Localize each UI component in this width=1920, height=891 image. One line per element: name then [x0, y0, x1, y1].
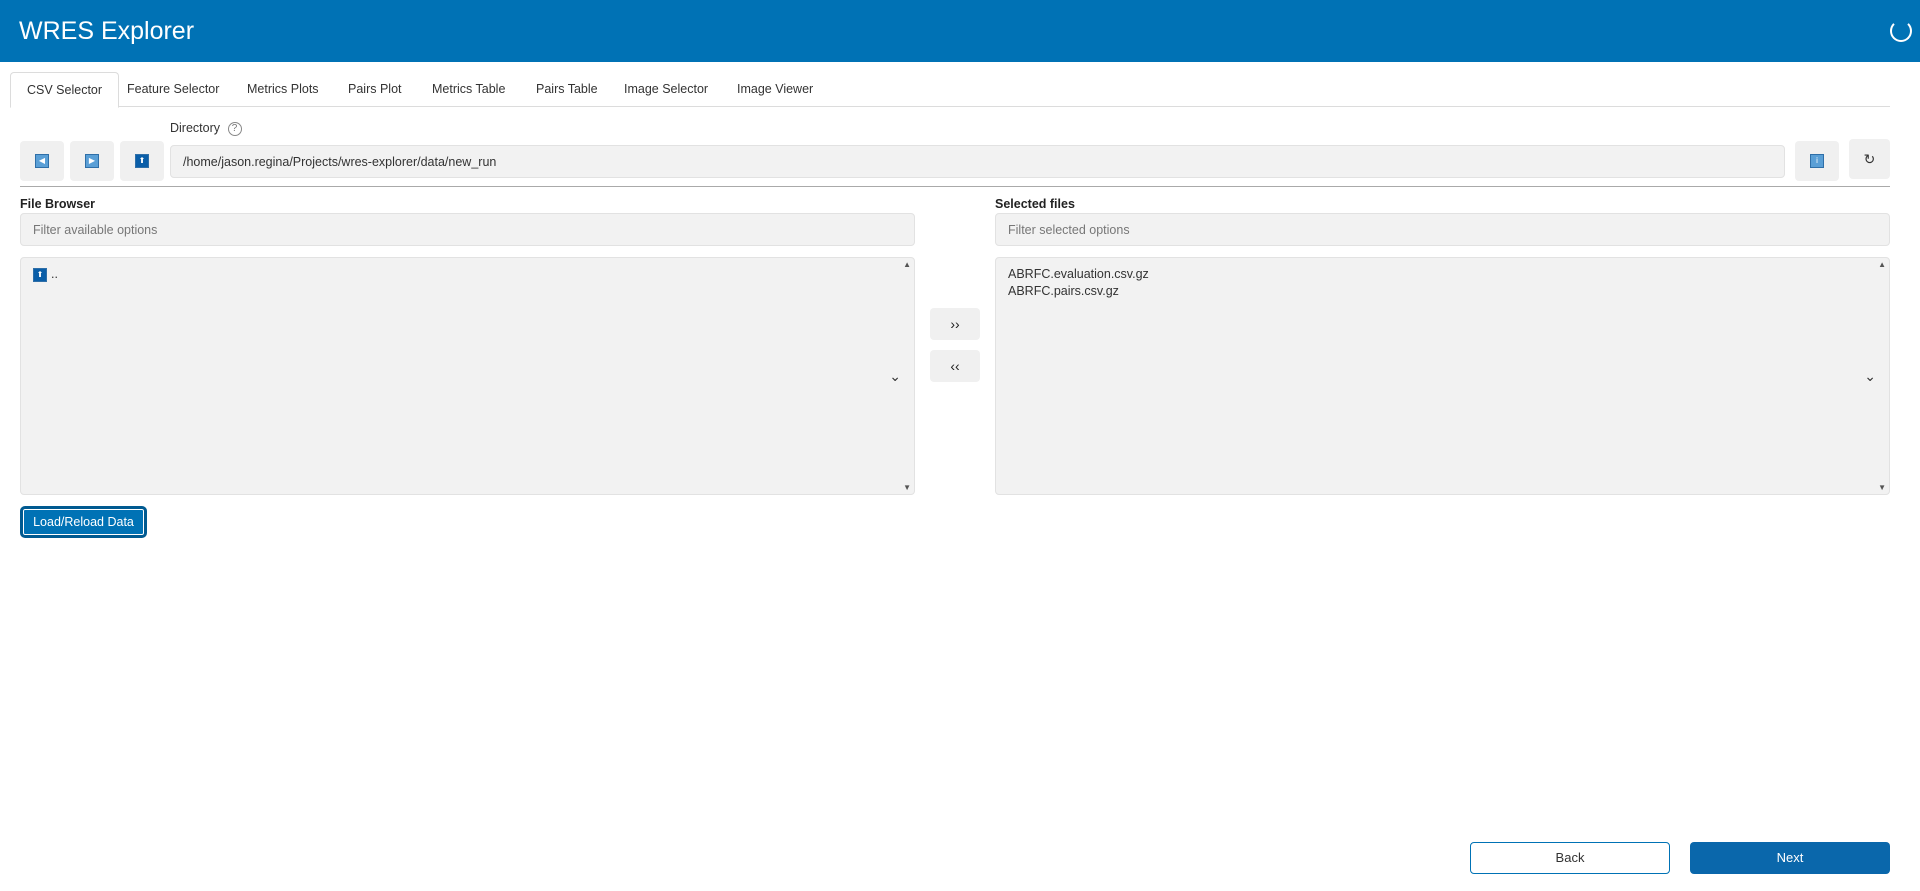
file-browser-label: File Browser: [20, 197, 96, 211]
tab-image-viewer[interactable]: Image Viewer: [721, 72, 829, 107]
list-item[interactable]: ⬆..: [33, 266, 58, 283]
app-title: WRES Explorer: [19, 17, 195, 45]
tab-image-selector[interactable]: Image Selector: [608, 72, 724, 107]
arrow-right-icon: ▶: [85, 154, 99, 168]
scroll-up-icon[interactable]: ▲: [1878, 260, 1886, 269]
tab-csv-selector[interactable]: CSV Selector: [10, 72, 120, 108]
info-icon: i: [1810, 154, 1824, 168]
divider: [20, 186, 1890, 187]
filter-available-input[interactable]: [20, 213, 915, 246]
directory-label: Directory ?: [170, 121, 242, 136]
info-button[interactable]: i: [1795, 141, 1839, 181]
tab-feature-selector[interactable]: Feature Selector: [111, 72, 235, 107]
file-browser-list[interactable]: ⬆.. ▲ ⌄ ▼: [20, 257, 915, 495]
directory-input[interactable]: [170, 145, 1785, 178]
selected-files-list[interactable]: ABRFC.evaluation.csv.gz ABRFC.pairs.csv.…: [995, 257, 1890, 495]
scroll-down-icon[interactable]: ▼: [903, 483, 911, 492]
list-item[interactable]: ABRFC.evaluation.csv.gz: [1008, 266, 1149, 283]
up-directory-button[interactable]: ⬆: [120, 141, 164, 181]
arrow-up-icon: ⬆: [135, 154, 149, 168]
selected-files-label: Selected files: [995, 197, 1075, 211]
back-button[interactable]: Back: [1470, 842, 1670, 874]
help-icon[interactable]: ?: [227, 121, 242, 136]
arrow-left-icon: ◀: [35, 154, 49, 168]
list-item-label: ..: [51, 267, 58, 281]
next-button[interactable]: Next: [1690, 842, 1890, 874]
remove-selected-button[interactable]: ‹‹: [930, 350, 980, 382]
refresh-button[interactable]: ↻: [1849, 139, 1890, 179]
tab-metrics-table[interactable]: Metrics Table: [416, 72, 521, 107]
add-selected-button[interactable]: ››: [930, 308, 980, 340]
tab-bar: CSV Selector Feature Selector Metrics Pl…: [10, 72, 1890, 108]
back-directory-button[interactable]: ◀: [20, 141, 64, 181]
scroll-up-icon[interactable]: ▲: [903, 260, 911, 269]
list-item[interactable]: ABRFC.pairs.csv.gz: [1008, 283, 1149, 300]
chevron-down-icon[interactable]: ⌄: [889, 368, 901, 385]
chevron-down-icon[interactable]: ⌄: [1864, 368, 1876, 385]
tab-metrics-plots[interactable]: Metrics Plots: [231, 72, 335, 107]
up-folder-icon: ⬆: [33, 267, 47, 282]
loading-spinner-icon: [1890, 20, 1912, 42]
scroll-down-icon[interactable]: ▼: [1878, 483, 1886, 492]
directory-label-text: Directory: [170, 121, 221, 135]
app-header: WRES Explorer: [0, 0, 1920, 62]
load-reload-data-button[interactable]: Load/Reload Data: [20, 506, 147, 538]
refresh-icon: ↻: [1863, 151, 1876, 167]
tab-pairs-table[interactable]: Pairs Table: [520, 72, 614, 107]
forward-directory-button[interactable]: ▶: [70, 141, 114, 181]
tab-pairs-plot[interactable]: Pairs Plot: [332, 72, 418, 107]
filter-selected-input[interactable]: [995, 213, 1890, 246]
